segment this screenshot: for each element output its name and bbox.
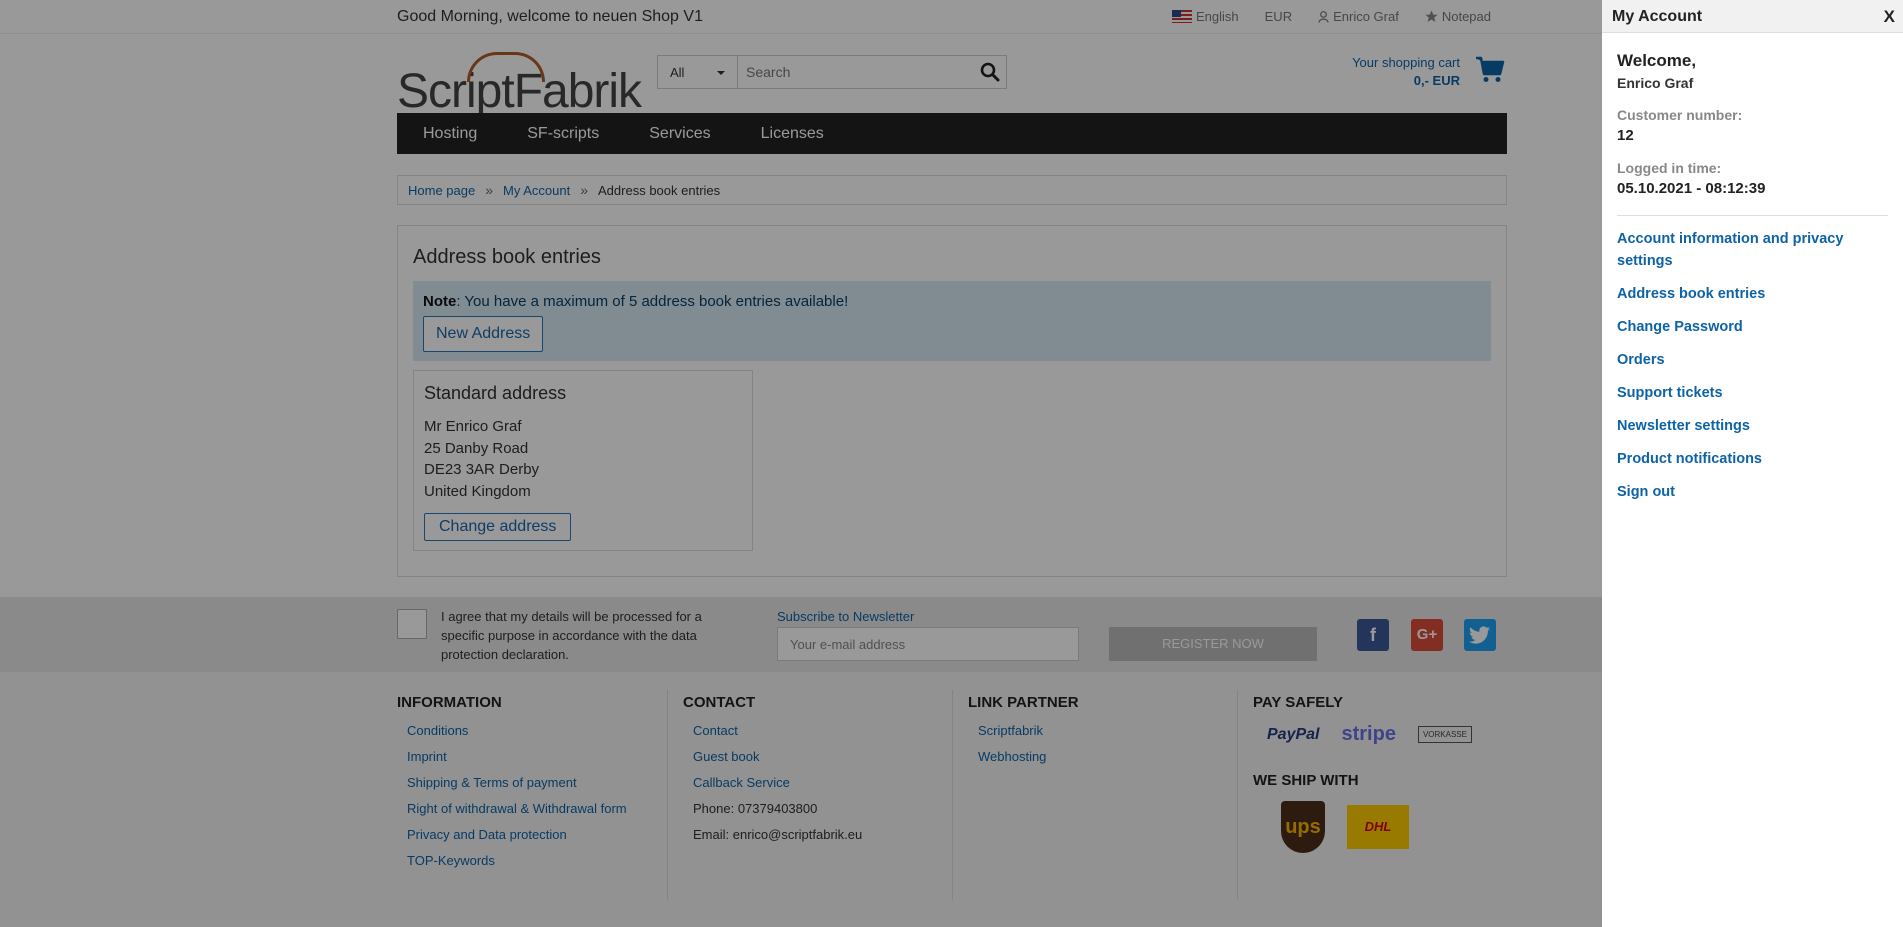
logged-in-time: 05.10.2021 - 08:12:39 — [1617, 180, 1766, 197]
menu-product-notifications[interactable]: Product notifications — [1617, 448, 1888, 470]
user-name: Enrico Graf — [1617, 75, 1694, 91]
divider — [1617, 215, 1888, 216]
menu-newsletter-settings[interactable]: Newsletter settings — [1617, 415, 1888, 437]
customer-number-label: Customer number: — [1617, 107, 1743, 123]
panel-title: My Account — [1612, 8, 1703, 25]
panel-header: My Account X — [1602, 0, 1903, 33]
menu-sign-out[interactable]: Sign out — [1617, 481, 1888, 503]
customer-number: 12 — [1617, 127, 1634, 144]
menu-change-password[interactable]: Change Password — [1617, 316, 1888, 338]
menu-account-information[interactable]: Account information and privacy settings — [1617, 228, 1888, 272]
welcome-text: Welcome, — [1617, 51, 1697, 70]
menu-address-book[interactable]: Address book entries — [1617, 283, 1888, 305]
panel-body: Welcome, Enrico Graf Customer number: 12… — [1602, 33, 1903, 532]
modal-overlay[interactable] — [0, 0, 1602, 927]
menu-orders[interactable]: Orders — [1617, 349, 1888, 371]
my-account-panel: My Account X Welcome, Enrico Graf Custom… — [1602, 0, 1903, 927]
logged-in-label: Logged in time: — [1617, 160, 1722, 176]
account-menu: Account information and privacy settings… — [1617, 228, 1888, 503]
close-button[interactable]: X — [1884, 7, 1895, 27]
menu-support-tickets[interactable]: Support tickets — [1617, 382, 1888, 404]
